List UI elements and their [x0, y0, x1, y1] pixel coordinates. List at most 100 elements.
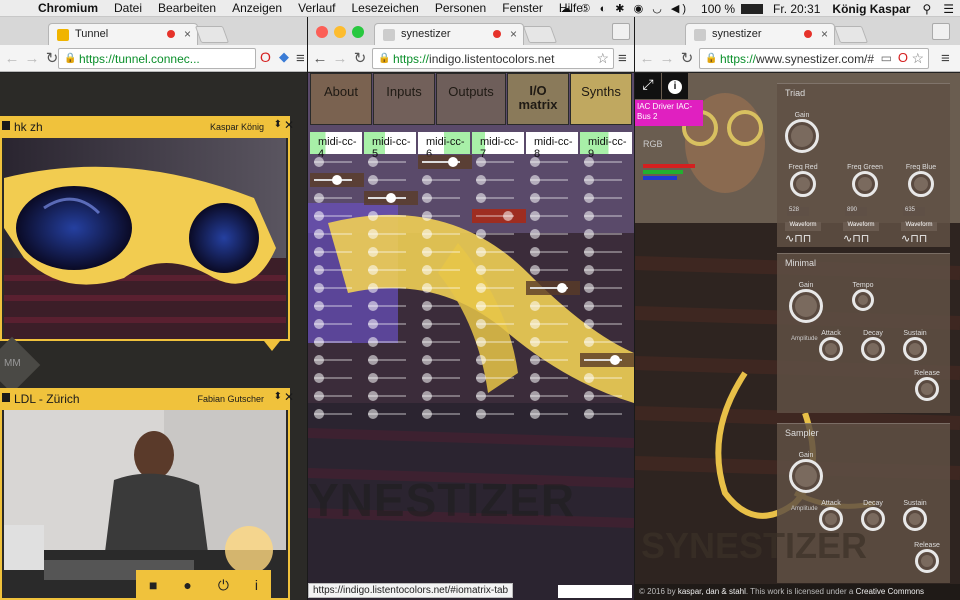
matrix-slider[interactable]: [472, 407, 526, 421]
minimal-attack-knob[interactable]: Attack: [813, 330, 849, 361]
slider-knob[interactable]: [422, 319, 432, 329]
cast-icon[interactable]: ▭: [881, 51, 892, 65]
nav-outputs[interactable]: Outputs: [436, 73, 506, 125]
opera-icon[interactable]: O: [898, 50, 908, 65]
slider-knob[interactable]: [331, 175, 342, 185]
matrix-slider[interactable]: [364, 263, 418, 277]
slider-knob[interactable]: [476, 373, 486, 383]
slider-knob[interactable]: [584, 283, 594, 293]
matrix-slider[interactable]: [472, 281, 526, 295]
matrix-slider[interactable]: [364, 371, 418, 385]
matrix-slider[interactable]: [364, 173, 418, 187]
slider-knob[interactable]: [530, 319, 540, 329]
menu-icon[interactable]: ≡: [618, 50, 627, 67]
minimal-decay-knob[interactable]: Decay: [855, 330, 891, 361]
slider-knob[interactable]: [368, 265, 378, 275]
matrix-slider[interactable]: [310, 227, 364, 241]
matrix-slider[interactable]: [418, 155, 472, 169]
waveform-selector-blue[interactable]: Waveform: [901, 222, 937, 231]
slider-knob[interactable]: [314, 301, 324, 311]
menu-verlauf[interactable]: Verlauf: [290, 1, 343, 15]
extension-icon[interactable]: ◆: [279, 49, 289, 65]
matrix-slider[interactable]: [310, 191, 364, 205]
matrix-slider[interactable]: [364, 353, 418, 367]
matrix-slider[interactable]: [364, 191, 418, 205]
slider-knob[interactable]: [422, 247, 432, 257]
slider-knob[interactable]: [385, 193, 396, 203]
slider-knob[interactable]: [584, 229, 594, 239]
iac-driver-label[interactable]: IAC Driver IAC-Bus 2: [635, 100, 703, 126]
slider-knob[interactable]: [584, 211, 594, 221]
matrix-slider[interactable]: [526, 263, 580, 277]
fullscreen-button[interactable]: ⤢: [635, 73, 661, 99]
battery-label[interactable]: 100 %: [695, 2, 741, 16]
menu-bearbeiten[interactable]: Bearbeiten: [150, 1, 224, 15]
matrix-slider[interactable]: [310, 371, 364, 385]
slider-knob[interactable]: [368, 301, 378, 311]
slider-knob[interactable]: [422, 373, 432, 383]
matrix-slider[interactable]: [364, 317, 418, 331]
slider-knob[interactable]: [368, 409, 378, 419]
back-icon[interactable]: ←: [637, 50, 657, 67]
footer-authors[interactable]: kaspar, dan & stahl: [678, 587, 746, 596]
matrix-slider[interactable]: [310, 389, 364, 403]
back-icon[interactable]: ←: [310, 50, 330, 67]
matrix-slider[interactable]: [580, 281, 634, 295]
slider-knob[interactable]: [314, 319, 324, 329]
matrix-slider[interactable]: [526, 407, 580, 421]
matrix-slider[interactable]: [580, 389, 634, 403]
bookmark-star-icon[interactable]: ☆: [596, 50, 609, 67]
matrix-slider[interactable]: [526, 191, 580, 205]
minimize-window-icon[interactable]: [334, 26, 346, 38]
matrix-slider[interactable]: [418, 353, 472, 367]
slider-knob[interactable]: [530, 391, 540, 401]
slider-knob[interactable]: [584, 301, 594, 311]
matrix-slider[interactable]: [526, 227, 580, 241]
matrix-slider[interactable]: [580, 353, 634, 367]
triad-gain-knob[interactable]: Gain: [783, 112, 821, 153]
new-tab-button[interactable]: [833, 26, 869, 43]
slider-knob[interactable]: [476, 175, 486, 185]
new-tab-button[interactable]: [522, 26, 558, 43]
triad-freq-blue-knob[interactable]: Freq Blue: [899, 164, 943, 197]
sort-chevron-icon[interactable]: ⬍: [274, 391, 282, 402]
slider-knob[interactable]: [368, 283, 378, 293]
slider-knob[interactable]: [530, 193, 540, 203]
slider-knob[interactable]: [368, 175, 378, 185]
slider-knob[interactable]: [422, 355, 432, 365]
matrix-slider[interactable]: [580, 371, 634, 385]
slider-knob[interactable]: [314, 229, 324, 239]
menu-datei[interactable]: Datei: [106, 1, 150, 15]
slider-knob[interactable]: [368, 391, 378, 401]
slider-knob[interactable]: [476, 301, 486, 311]
slider-knob[interactable]: [368, 337, 378, 347]
menu-lesezeichen[interactable]: Lesezeichen: [343, 1, 426, 15]
slider-knob[interactable]: [530, 409, 540, 419]
close-panel-icon[interactable]: ✕: [284, 390, 294, 404]
minimal-tempo-knob[interactable]: Tempo: [845, 282, 881, 311]
forward-icon[interactable]: →: [22, 50, 42, 67]
matrix-slider[interactable]: [472, 245, 526, 259]
info-button[interactable]: i: [662, 73, 688, 99]
matrix-slider[interactable]: [364, 227, 418, 241]
slider-knob[interactable]: [584, 373, 594, 383]
matrix-slider[interactable]: [418, 299, 472, 313]
slider-knob[interactable]: [314, 391, 324, 401]
sampler-release-knob[interactable]: Release: [909, 542, 945, 573]
matrix-slider[interactable]: [472, 209, 526, 223]
slider-knob[interactable]: [584, 319, 594, 329]
slider-knob[interactable]: [368, 247, 378, 257]
status-icons[interactable]: ☁ ⑤ ◐ ✱ ◉ ◡ ◀): [555, 2, 695, 15]
matrix-slider[interactable]: [472, 227, 526, 241]
matrix-slider[interactable]: [526, 371, 580, 385]
slider-knob[interactable]: [530, 175, 540, 185]
slider-knob[interactable]: [584, 175, 594, 185]
slider-knob[interactable]: [314, 193, 324, 203]
matrix-slider[interactable]: [580, 263, 634, 277]
matrix-slider[interactable]: [526, 317, 580, 331]
matrix-slider[interactable]: [526, 209, 580, 223]
matrix-slider[interactable]: [580, 335, 634, 349]
matrix-slider[interactable]: [310, 263, 364, 277]
matrix-slider[interactable]: [418, 281, 472, 295]
matrix-slider[interactable]: [580, 173, 634, 187]
